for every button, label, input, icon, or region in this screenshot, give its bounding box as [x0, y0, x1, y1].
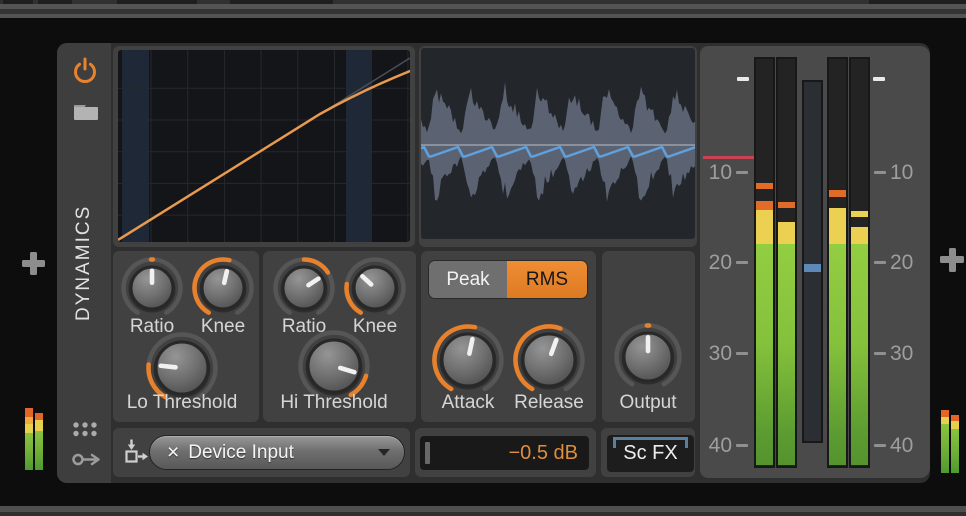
- waveform-shape: [421, 82, 695, 202]
- scfx-label: Sc FX: [623, 442, 677, 465]
- bitwig-device-view: DYNAMICS: [0, 0, 966, 516]
- peak-mode-label: Peak: [446, 269, 489, 291]
- meter-scale-zero-tick: [737, 77, 749, 81]
- track-meter-segment: [25, 424, 33, 433]
- scfx-button[interactable]: Sc FX: [607, 435, 694, 472]
- track-meter-segment: [941, 410, 949, 417]
- level-meter-bar: [754, 57, 775, 468]
- meter-scale-label: 20: [890, 250, 930, 276]
- meter-segment: [756, 183, 773, 189]
- meter-scale-tick: [874, 171, 886, 174]
- meter-segment: [756, 244, 773, 465]
- meter-scale-tick: [736, 171, 748, 174]
- meter-segment: [851, 244, 868, 465]
- meter-scale-tick: [874, 352, 886, 355]
- background-strip: [0, 512, 966, 516]
- meter-scale-label: 10: [890, 160, 930, 186]
- track-meter-segment: [941, 424, 949, 473]
- meter-segment: [829, 190, 846, 197]
- meter-scale-label: 30: [890, 341, 930, 367]
- remote-controls-icon[interactable]: [72, 421, 99, 438]
- peak-mode-button[interactable]: Peak: [429, 261, 507, 298]
- meter-scale-label: 30: [694, 341, 732, 367]
- track-meter-segment: [35, 420, 43, 431]
- meter-segment: [829, 208, 846, 244]
- rms-mode-button[interactable]: RMS: [507, 261, 587, 298]
- background-strip: [0, 14, 966, 18]
- sidechain-routing-icon[interactable]: [123, 438, 150, 466]
- waveform-display: [421, 48, 695, 239]
- track-meter-segment: [35, 413, 43, 420]
- device-title: DYNAMICS: [57, 43, 111, 483]
- compression-curve-display: [118, 50, 410, 242]
- knob-hi-knee[interactable]: [343, 256, 407, 320]
- meter-segment: [804, 264, 821, 272]
- track-meter-segment: [25, 433, 33, 470]
- clear-source-icon[interactable]: ×: [167, 441, 179, 465]
- level-meter-bar: [776, 57, 797, 468]
- meter-segment: [851, 211, 868, 217]
- knob-label-lo-threshold: Lo Threshold: [97, 392, 267, 414]
- threshold-marker-line: [703, 156, 755, 159]
- meter-scale-label: 40: [694, 433, 732, 459]
- meter-segment: [829, 244, 846, 465]
- meter-scale-tick: [736, 444, 748, 447]
- track-meter-segment: [941, 417, 949, 424]
- track-meter-segment: [25, 408, 33, 417]
- knob-label-output: Output: [563, 392, 733, 414]
- track-meter-segment: [951, 429, 959, 473]
- meter-segment: [778, 222, 795, 244]
- gain-reduction-meter: [802, 80, 823, 443]
- scfx-active-bracket: [613, 437, 688, 440]
- meter-scale-label: 40: [890, 433, 930, 459]
- knob-lo-knee[interactable]: [191, 256, 255, 320]
- level-meter-bar: [827, 57, 848, 468]
- track-meter-segment: [25, 417, 33, 424]
- sidechain-source-label: Device Input: [188, 442, 294, 464]
- rms-mode-label: RMS: [526, 269, 568, 291]
- meter-segment: [778, 202, 795, 208]
- track-meter-segment: [35, 431, 43, 470]
- scfx-bracket-cap: [685, 437, 688, 448]
- level-meter-bar: [849, 57, 870, 468]
- meter-scale-zero-tick: [873, 77, 885, 81]
- sidechain-gain-field[interactable]: −0.5 dB: [420, 436, 589, 470]
- meter-segment: [756, 210, 773, 244]
- key-arrow-icon[interactable]: [72, 452, 102, 467]
- knob-lo-ratio[interactable]: [120, 256, 184, 320]
- gain-value: −0.5 dB: [508, 436, 578, 470]
- meter-scale-label: 10: [694, 160, 732, 186]
- meter-scale-tick: [736, 261, 748, 264]
- knob-hi-ratio[interactable]: [272, 256, 336, 320]
- knob-output[interactable]: [613, 322, 683, 392]
- meter-segment: [778, 244, 795, 465]
- meter-segment: [756, 201, 773, 210]
- gain-slider-handle[interactable]: [425, 442, 430, 464]
- meter-segment: [851, 227, 868, 244]
- chevron-down-icon: [378, 449, 390, 456]
- knob-release[interactable]: [512, 323, 586, 397]
- scfx-bracket-cap: [613, 437, 616, 448]
- meter-scale-tick: [736, 352, 748, 355]
- meter-scale-tick: [874, 444, 886, 447]
- meter-scale-label: 20: [694, 250, 732, 276]
- track-meter-segment: [951, 421, 959, 429]
- meter-scale-tick: [874, 261, 886, 264]
- knob-attack[interactable]: [431, 323, 505, 397]
- sidechain-source-dropdown[interactable]: × Device Input: [150, 436, 404, 469]
- detection-mode-toggle: Peak RMS: [429, 261, 587, 298]
